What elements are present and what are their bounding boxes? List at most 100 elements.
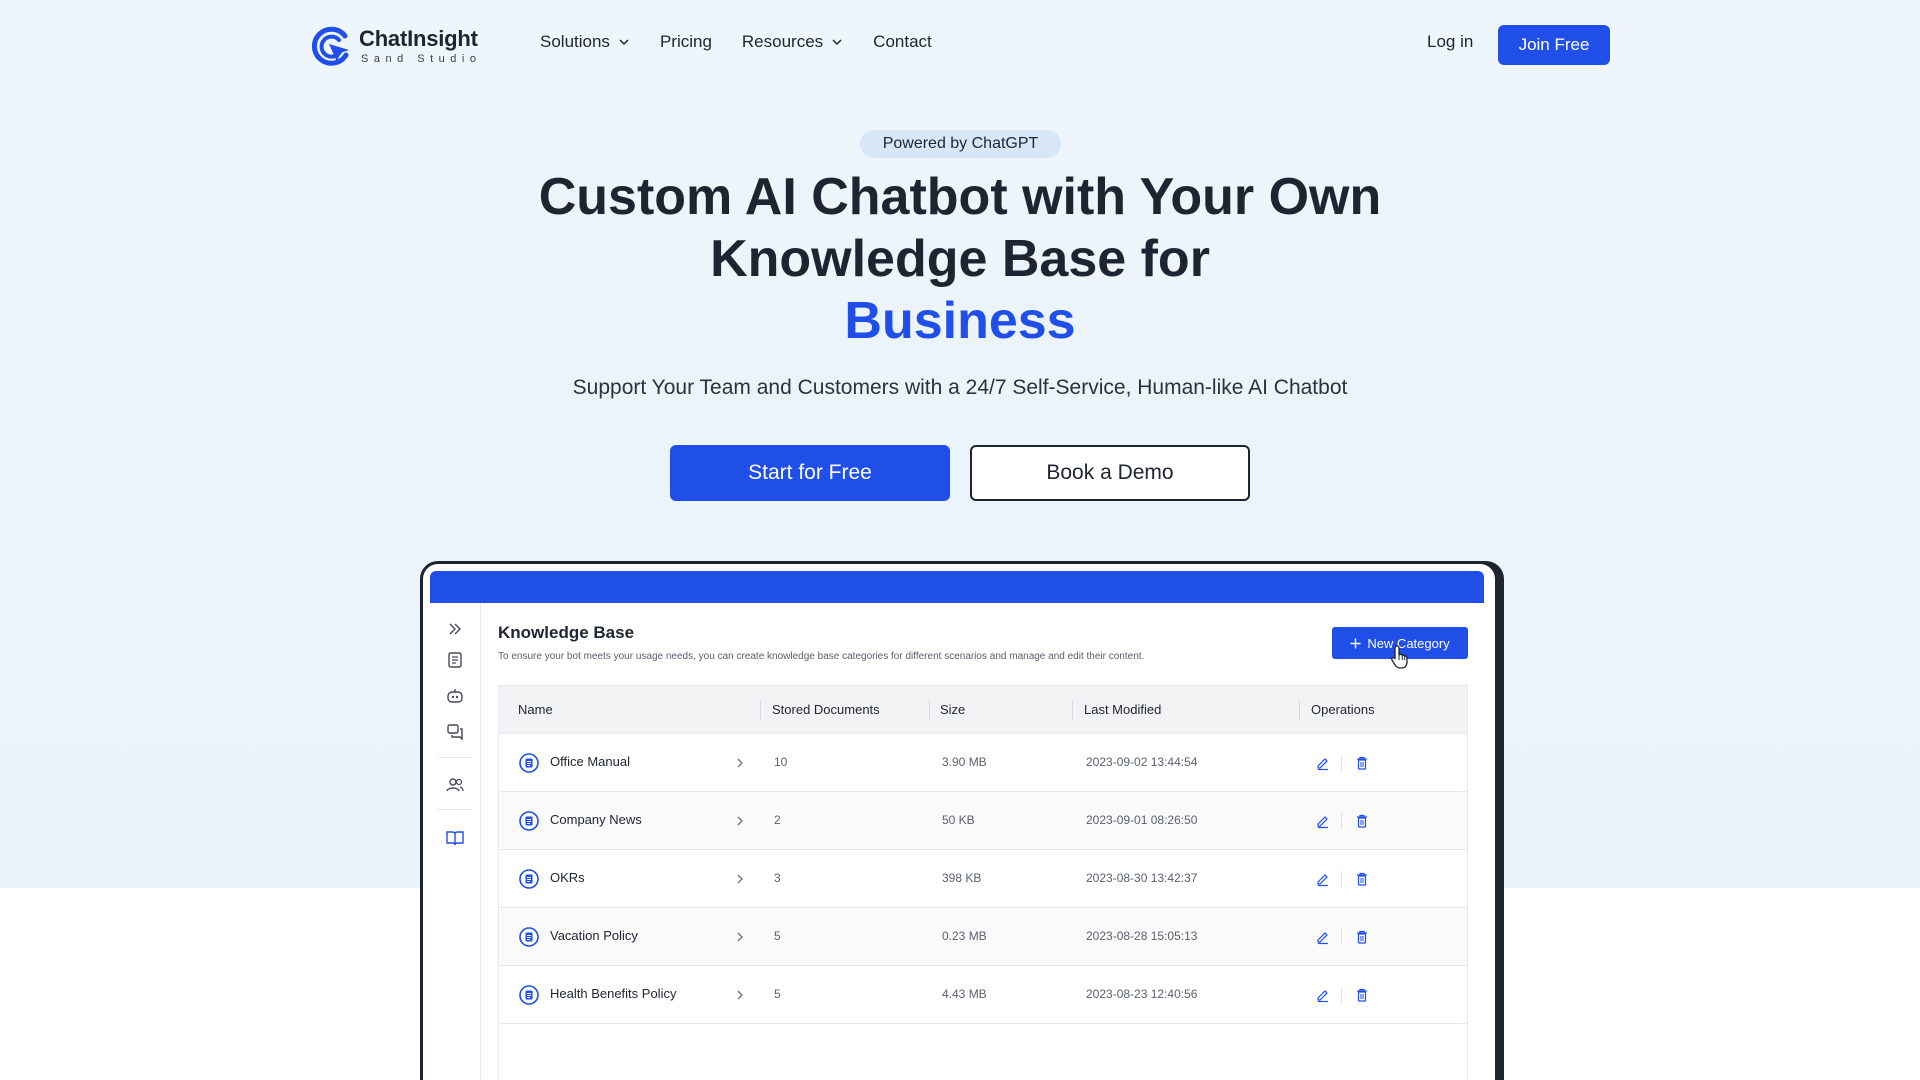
- row-name[interactable]: Vacation Policy: [550, 928, 638, 943]
- document-icon: [519, 753, 539, 773]
- edit-icon[interactable]: [1315, 755, 1331, 771]
- document-icon: [519, 811, 539, 831]
- hero-subheadline: Support Your Team and Customers with a 2…: [572, 376, 1348, 399]
- start-free-button[interactable]: Start for Free: [670, 445, 950, 501]
- row-stored-documents: 3: [774, 871, 781, 885]
- row-size: 3.90 MB: [942, 755, 987, 769]
- document-icon: [519, 985, 539, 1005]
- trash-icon[interactable]: [1354, 929, 1370, 945]
- table-row[interactable]: Office Manual 10 3.90 MB 2023-09-02 13:44:5…: [499, 734, 1467, 792]
- column-header-name: Name: [518, 702, 553, 717]
- column-header-size: Size: [940, 702, 966, 717]
- table-header: Name Stored Documents Size Last Modified…: [499, 686, 1467, 734]
- knowledge-base-description: To ensure your bot meets your usage need…: [498, 651, 1145, 662]
- login-link[interactable]: Log in: [1427, 32, 1473, 52]
- chevron-down-icon: [832, 39, 842, 46]
- row-last-modified: 2023-08-28 15:05:13: [1086, 929, 1198, 943]
- document-icon[interactable]: [445, 650, 465, 670]
- logo[interactable]: ChatInsight Sand Studio: [309, 24, 481, 68]
- row-name[interactable]: Office Manual: [550, 754, 630, 769]
- row-stored-documents: 10: [774, 755, 788, 769]
- app-sidebar: [430, 603, 481, 1080]
- row-name[interactable]: OKRs: [550, 870, 585, 885]
- nav-pricing[interactable]: Pricing: [660, 32, 712, 52]
- edit-icon[interactable]: [1315, 987, 1331, 1003]
- column-separator: [1072, 700, 1073, 720]
- column-separator: [760, 700, 761, 720]
- row-last-modified: 2023-08-30 13:42:37: [1086, 871, 1198, 885]
- document-icon: [519, 927, 539, 947]
- edit-icon[interactable]: [1315, 813, 1331, 829]
- nav-contact-label: Contact: [873, 32, 932, 51]
- operations-separator: [1341, 755, 1342, 771]
- chevron-right-icon[interactable]: [734, 757, 746, 769]
- hand-cursor-icon: [1391, 645, 1408, 669]
- trash-icon[interactable]: [1354, 755, 1370, 771]
- row-last-modified: 2023-09-01 08:26:50: [1086, 813, 1198, 827]
- row-last-modified: 2023-08-23 12:40:56: [1086, 987, 1198, 1001]
- operations-separator: [1341, 813, 1342, 829]
- chevron-right-icon[interactable]: [734, 873, 746, 885]
- knowledge-base-title: Knowledge Base: [498, 623, 635, 642]
- powered-by-badge: Powered by ChatGPT: [860, 130, 1061, 158]
- row-size: 50 KB: [942, 813, 975, 827]
- table-row[interactable]: OKRs 3 398 KB 2023-08-30 13:42:37: [499, 850, 1467, 908]
- chat-icon[interactable]: [445, 722, 465, 742]
- sidebar-divider: [438, 757, 472, 758]
- operations-separator: [1341, 929, 1342, 945]
- logo-icon: [311, 26, 349, 66]
- main-menu: Solutions Pricing Resources Contact: [540, 32, 932, 52]
- column-separator: [929, 700, 930, 720]
- brand-name: ChatInsight: [359, 25, 478, 51]
- table-row[interactable]: Vacation Policy 5 0.23 MB 2023-08-28 15:05:…: [499, 908, 1467, 966]
- row-size: 4.43 MB: [942, 987, 987, 1001]
- brand-subtitle: Sand Studio: [361, 52, 482, 65]
- nav-solutions[interactable]: Solutions: [540, 32, 630, 52]
- book-icon[interactable]: [445, 828, 465, 848]
- trash-icon[interactable]: [1354, 987, 1370, 1003]
- column-header-last-modified: Last Modified: [1084, 702, 1162, 717]
- column-header-operations: Operations: [1311, 702, 1375, 717]
- book-demo-button[interactable]: Book a Demo: [970, 445, 1250, 501]
- document-icon: [519, 869, 539, 889]
- operations-separator: [1341, 871, 1342, 887]
- nav-contact[interactable]: Contact: [873, 32, 932, 52]
- chevron-right-icon[interactable]: [734, 989, 746, 1001]
- row-name[interactable]: Health Benefits Policy: [550, 986, 676, 1001]
- chevron-right-icon[interactable]: [734, 931, 746, 943]
- trash-icon[interactable]: [1354, 813, 1370, 829]
- bot-icon[interactable]: [445, 686, 465, 706]
- row-name[interactable]: Company News: [550, 812, 642, 827]
- edit-icon[interactable]: [1315, 871, 1331, 887]
- headline-line-1: Custom AI Chatbot with Your Own: [538, 168, 1382, 226]
- headline-accent: Business: [844, 292, 1076, 350]
- row-last-modified: 2023-09-02 13:44:54: [1086, 755, 1198, 769]
- plus-icon: [1350, 638, 1361, 648]
- users-icon[interactable]: [445, 775, 465, 795]
- operations-separator: [1341, 987, 1342, 1003]
- trash-icon[interactable]: [1354, 871, 1370, 887]
- knowledge-base-table: Name Stored Documents Size Last Modified…: [498, 685, 1468, 1080]
- nav-pricing-label: Pricing: [659, 32, 712, 51]
- nav-resources[interactable]: Resources: [742, 32, 843, 52]
- top-nav: ChatInsight Sand Studio Solutions Pricin…: [0, 0, 1920, 88]
- row-stored-documents: 2: [774, 813, 781, 827]
- headline-line-2: Knowledge Base for: [710, 230, 1210, 288]
- column-separator: [1299, 700, 1300, 720]
- chevron-down-icon: [619, 39, 629, 46]
- row-size: 398 KB: [942, 871, 982, 885]
- column-header-stored-documents: Stored Documents: [772, 702, 880, 717]
- table-row[interactable]: Health Benefits Policy 5 4.43 MB 2023-08-23…: [499, 966, 1467, 1024]
- join-free-button[interactable]: Join Free: [1498, 25, 1610, 65]
- row-size: 0.23 MB: [942, 929, 987, 943]
- expand-icon[interactable]: [445, 619, 465, 639]
- chevron-right-icon[interactable]: [734, 815, 746, 827]
- row-stored-documents: 5: [774, 987, 781, 1001]
- nav-solutions-label: Solutions: [540, 32, 610, 51]
- edit-icon[interactable]: [1315, 929, 1331, 945]
- row-stored-documents: 5: [774, 929, 781, 943]
- nav-resources-label: Resources: [741, 32, 824, 51]
- hero-headline: Custom AI Chatbot with Your Own Knowledg…: [460, 166, 1460, 352]
- table-row[interactable]: Company News 2 50 KB 2023-09-01 08:26:50: [499, 792, 1467, 850]
- mockup-header-bar: [430, 571, 1484, 603]
